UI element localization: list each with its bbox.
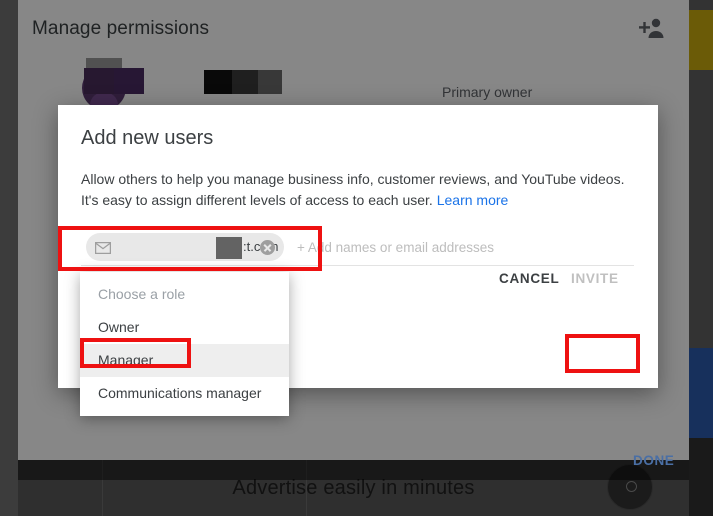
dropdown-placeholder: Choose a role <box>98 286 186 302</box>
invite-button[interactable]: INVITE <box>571 271 619 286</box>
left-edge-strip <box>0 0 18 516</box>
dialog-title: Add new users <box>81 127 214 149</box>
screen: Manage permissions Primary owner Adverti… <box>0 0 713 516</box>
right-strip-segment <box>689 10 713 70</box>
done-button[interactable]: DONE <box>633 453 674 468</box>
right-strip-segment <box>689 348 713 438</box>
right-strip-segment <box>689 438 713 516</box>
cancel-button[interactable]: CANCEL <box>499 271 559 286</box>
dialog-description: Allow others to help you manage business… <box>81 169 633 211</box>
learn-more-link[interactable]: Learn more <box>437 192 509 208</box>
annotation-box-manager-option <box>80 338 191 368</box>
description-line-1: Allow others to help you manage business… <box>81 171 625 187</box>
annotation-box-recipient-field <box>58 226 322 271</box>
recipient-placeholder: + Add names or email addresses <box>297 240 494 255</box>
dropdown-option-communications-manager[interactable]: Communications manager <box>80 377 289 410</box>
annotation-box-invite-button <box>565 334 640 373</box>
description-line-2: It's easy to assign different levels of … <box>81 192 433 208</box>
